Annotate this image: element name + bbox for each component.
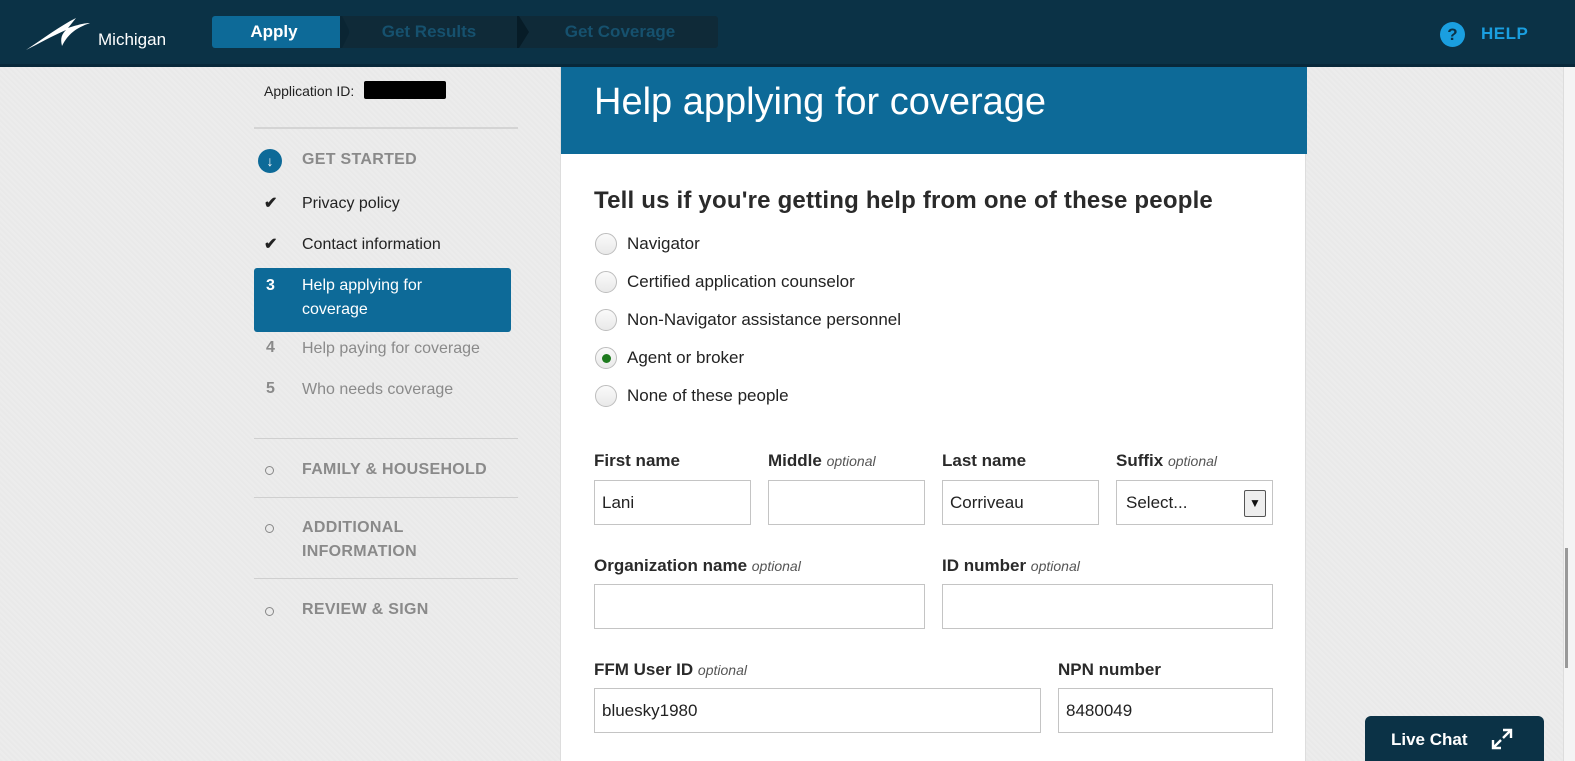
- help-icon: ?: [1440, 22, 1465, 47]
- circle-icon: [265, 466, 274, 475]
- ffm-user-id-label: FFM User ID optional: [594, 660, 747, 680]
- divider: [254, 578, 518, 579]
- sidebar-item-help-applying[interactable]: 3 Help applying for coverage: [254, 268, 511, 332]
- marketplace-logo[interactable]: [24, 16, 92, 50]
- first-name-input[interactable]: [594, 480, 751, 525]
- help-label: HELP: [1481, 24, 1529, 43]
- circle-icon: [265, 524, 274, 533]
- sidebar-item-label: Help applying for coverage: [302, 277, 423, 318]
- page-title: Help applying for coverage: [594, 81, 1047, 123]
- checkmark-icon: ✔: [264, 236, 278, 253]
- step-apply[interactable]: Apply: [212, 16, 336, 48]
- first-name-label: First name: [594, 451, 680, 471]
- ffm-user-id-input[interactable]: [594, 688, 1041, 733]
- step-get-coverage[interactable]: Get Coverage: [522, 16, 718, 48]
- last-name-input[interactable]: [942, 480, 1099, 525]
- state-name: Michigan: [98, 30, 167, 49]
- id-number-label-text: ID number: [942, 556, 1027, 575]
- radio-label: Certified application counselor: [627, 272, 855, 291]
- step-number: 3: [266, 277, 275, 294]
- last-name-label-text: Last name: [942, 451, 1027, 470]
- radio-label: None of these people: [627, 386, 789, 405]
- progress-steps: Apply Get Results Get Coverage: [212, 16, 718, 48]
- radio-label: Non-Navigator assistance personnel: [627, 310, 902, 329]
- optional-tag: optional: [826, 453, 876, 469]
- step-chevron-icon: [517, 16, 529, 48]
- chevron-down-icon[interactable]: ▼: [1244, 490, 1266, 517]
- optional-tag: optional: [697, 662, 747, 678]
- expand-icon[interactable]: [1491, 728, 1513, 750]
- top-bar: Michigan Apply Get Results Get Coverage …: [0, 0, 1575, 67]
- step-number: 4: [266, 339, 275, 356]
- live-chat-label: Live Chat: [1391, 730, 1468, 749]
- optional-tag: optional: [1030, 558, 1080, 574]
- step-get-results[interactable]: Get Results: [336, 16, 522, 48]
- middle-name-label: Middle optional: [768, 451, 876, 471]
- id-number-label: ID number optional: [942, 556, 1080, 576]
- first-name-label-text: First name: [594, 451, 680, 470]
- live-chat-button[interactable]: Live Chat: [1365, 716, 1544, 761]
- id-number-input[interactable]: [942, 584, 1273, 629]
- radio-button[interactable]: [595, 385, 617, 407]
- page-header: Help applying for coverage: [561, 67, 1307, 154]
- main-panel: Help applying for coverage Tell us if yo…: [560, 67, 1307, 761]
- suffix-select-value: Select...: [1126, 493, 1188, 512]
- radio-label: Agent or broker: [627, 348, 745, 367]
- sidebar-item-who-needs-coverage[interactable]: Who needs coverage: [302, 378, 453, 402]
- sidebar-item-privacy-policy[interactable]: Privacy policy: [302, 192, 400, 216]
- checkmark-icon: ✔: [264, 195, 278, 212]
- suffix-label-text: Suffix: [1116, 451, 1164, 470]
- organization-name-input[interactable]: [594, 584, 925, 629]
- divider: [254, 497, 518, 498]
- section-review-sign[interactable]: REVIEW & SIGN: [302, 598, 429, 622]
- suffix-select[interactable]: Select... ▼: [1116, 480, 1273, 525]
- sidebar-item-contact-information[interactable]: Contact information: [302, 233, 441, 257]
- section-family-household[interactable]: FAMILY & HOUSEHOLD: [302, 458, 487, 482]
- organization-name-label: Organization name optional: [594, 556, 801, 576]
- down-arrow-icon: ↓: [258, 149, 282, 173]
- middle-name-label-text: Middle: [768, 451, 822, 470]
- organization-name-label-text: Organization name: [594, 556, 748, 575]
- question-title: Tell us if you're getting help from one …: [594, 187, 1213, 214]
- optional-tag: optional: [751, 558, 801, 574]
- step-chevron-icon: [336, 16, 350, 48]
- suffix-label: Suffix optional: [1116, 451, 1217, 471]
- npn-number-label-text: NPN number: [1058, 660, 1161, 679]
- divider: [254, 438, 518, 439]
- npn-number-input[interactable]: [1058, 688, 1273, 733]
- optional-tag: optional: [1167, 453, 1218, 469]
- step-number: 5: [266, 380, 275, 397]
- divider: [254, 127, 518, 129]
- section-additional-information[interactable]: ADDITIONAL INFORMATION: [302, 516, 462, 564]
- sidebar-item-help-paying[interactable]: Help paying for coverage: [302, 337, 480, 361]
- circle-icon: [265, 607, 274, 616]
- radio-button[interactable]: [595, 309, 617, 331]
- npn-number-label: NPN number: [1058, 660, 1161, 680]
- middle-name-input[interactable]: [768, 480, 925, 525]
- sidebar: Application ID: ↓ GET STARTED ✔ Privacy …: [254, 67, 518, 761]
- radio-label: Navigator: [627, 234, 700, 253]
- application-id-label: Application ID:: [264, 83, 355, 99]
- radio-button-selected[interactable]: [595, 347, 617, 369]
- application-id-redacted: [364, 81, 446, 99]
- radio-button[interactable]: [595, 233, 617, 255]
- ffm-user-id-label-text: FFM User ID: [594, 660, 694, 679]
- last-name-label: Last name: [942, 451, 1026, 471]
- section-get-started[interactable]: GET STARTED: [302, 148, 417, 172]
- radio-button[interactable]: [595, 271, 617, 293]
- scrollbar-thumb[interactable]: [1565, 548, 1568, 668]
